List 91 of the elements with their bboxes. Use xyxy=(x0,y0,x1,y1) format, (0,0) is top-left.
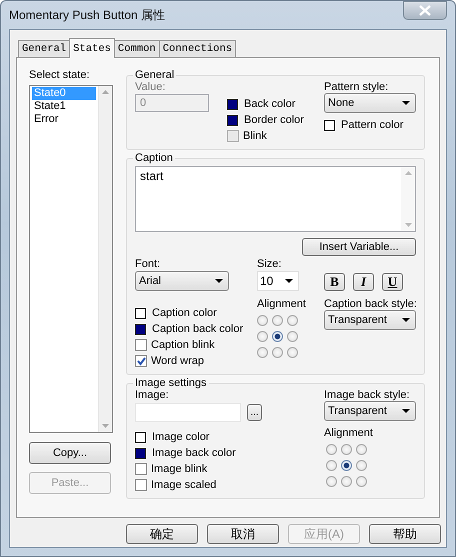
option-label: Border color xyxy=(244,114,304,126)
alignment-radio[interactable] xyxy=(356,460,367,471)
dropdown-arrow-icon xyxy=(402,318,410,322)
select-state-label: Select state: xyxy=(29,69,91,81)
tab[interactable]: Common xyxy=(114,40,160,57)
image-back-style-label: Image back style: xyxy=(324,389,411,401)
tab[interactable]: General xyxy=(18,40,70,57)
dialog-button[interactable]: 取消 xyxy=(207,524,279,544)
value-label: Value: xyxy=(135,81,166,93)
state-button[interactable]: Copy... xyxy=(29,442,111,464)
text-style-button[interactable]: B xyxy=(324,273,345,291)
alignment-radio[interactable] xyxy=(341,460,352,471)
caption-field[interactable]: start xyxy=(135,166,416,232)
option-label: Caption color xyxy=(152,307,217,319)
alignment-radio[interactable] xyxy=(326,476,337,487)
alignment-label: Alignment xyxy=(324,427,374,439)
checkbox[interactable] xyxy=(135,463,147,475)
state-list[interactable]: State0 State1 Error xyxy=(29,85,113,433)
dropdown-arrow-icon xyxy=(402,101,410,105)
group-title: Caption xyxy=(134,152,174,164)
color-swatch[interactable] xyxy=(227,98,238,110)
caption-back-style-dropdown[interactable]: Transparent xyxy=(324,310,416,330)
alignment-radio[interactable] xyxy=(341,444,352,455)
alignment-radio[interactable] xyxy=(287,331,298,342)
alignment-radio[interactable] xyxy=(287,347,298,358)
option-label: Back color xyxy=(244,98,296,110)
alignment-radio[interactable] xyxy=(272,315,283,326)
font-dropdown[interactable]: Arial xyxy=(135,271,229,291)
color-swatch[interactable] xyxy=(227,114,238,126)
alignment-radio[interactable] xyxy=(356,444,367,455)
scrollbar[interactable] xyxy=(98,86,112,432)
alignment-radio[interactable] xyxy=(326,444,337,455)
image-label: Image: xyxy=(135,389,170,401)
dropdown-arrow-icon xyxy=(402,409,410,413)
close-button[interactable] xyxy=(403,1,447,20)
insert-variable-button[interactable]: Insert Variable... xyxy=(302,238,416,256)
checkbox[interactable] xyxy=(135,479,147,491)
text-style-button[interactable]: I xyxy=(353,273,374,291)
checkbox[interactable] xyxy=(135,355,147,367)
scroll-down-icon[interactable] xyxy=(404,223,412,227)
pattern-style-label: Pattern style: xyxy=(324,81,390,93)
option-label: Word wrap xyxy=(151,355,204,367)
option-label: Caption blink xyxy=(151,339,215,351)
tab[interactable]: Connections xyxy=(158,40,236,57)
text-style-button[interactable]: U xyxy=(382,273,403,291)
size-dropdown[interactable]: 10 xyxy=(257,271,299,291)
list-item[interactable]: State1 xyxy=(32,100,96,113)
group-title: Image settings xyxy=(134,377,208,389)
option-label: Image back color xyxy=(152,447,236,459)
browse-button[interactable]: ... xyxy=(247,404,262,421)
tab[interactable]: States xyxy=(69,38,115,58)
alignment-label: Alignment xyxy=(257,298,307,310)
option-label: Image blink xyxy=(151,463,208,475)
color-swatch[interactable] xyxy=(324,120,335,130)
font-label: Font: xyxy=(135,258,162,270)
alignment-radio[interactable] xyxy=(257,347,268,358)
color-swatch[interactable] xyxy=(135,308,146,318)
pattern-style-dropdown[interactable]: None xyxy=(324,93,416,113)
alignment-radio[interactable] xyxy=(287,315,298,326)
image-field[interactable] xyxy=(135,403,241,422)
alignment-radio[interactable] xyxy=(356,476,367,487)
option-label: Image scaled xyxy=(151,479,216,491)
window-title: Momentary Push Button 属性 xyxy=(9,6,166,24)
option-label: Blink xyxy=(243,130,267,142)
dialog-button[interactable]: 帮助 xyxy=(369,524,441,544)
color-swatch[interactable] xyxy=(135,324,146,334)
group-title: General xyxy=(134,69,176,81)
size-label: Size: xyxy=(257,258,282,270)
dropdown-arrow-icon xyxy=(285,279,293,283)
alignment-radio[interactable] xyxy=(257,331,268,342)
color-swatch[interactable] xyxy=(135,432,146,442)
alignment-radio[interactable] xyxy=(272,347,283,358)
alignment-radio[interactable] xyxy=(257,315,268,326)
alignment-radio[interactable] xyxy=(272,331,283,342)
alignment-radio[interactable] xyxy=(341,476,352,487)
close-icon xyxy=(419,5,431,16)
checkbox[interactable] xyxy=(135,339,147,351)
scrollbar[interactable] xyxy=(401,167,415,231)
dropdown-arrow-icon xyxy=(215,279,223,283)
option-label: Image color xyxy=(152,431,210,443)
color-swatch[interactable] xyxy=(135,448,146,458)
option-label: Caption back color xyxy=(152,323,244,335)
dialog-button[interactable]: 确定 xyxy=(126,524,198,544)
caption-back-style-label: Caption back style: xyxy=(324,298,416,310)
scroll-down-icon[interactable] xyxy=(102,424,109,428)
image-back-style-dropdown[interactable]: Transparent xyxy=(324,401,416,421)
list-item[interactable]: Error xyxy=(32,113,96,126)
scroll-up-icon[interactable] xyxy=(404,171,412,175)
option-label: Pattern color xyxy=(341,119,404,131)
alignment-radio[interactable] xyxy=(326,460,337,471)
scroll-up-icon[interactable] xyxy=(102,90,109,94)
